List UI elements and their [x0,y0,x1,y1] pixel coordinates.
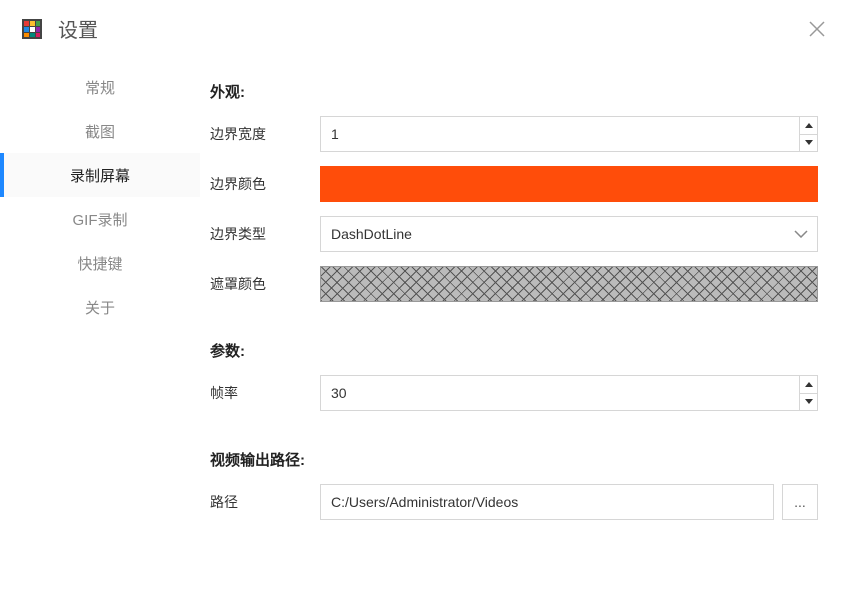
settings-window: 设置 常规 截图 录制屏幕 GIF录制 快捷键 关于 外观: 边界宽度 [0,0,850,600]
label-mask-color: 遮罩颜色 [210,274,320,294]
content-panel: 外观: 边界宽度 边界颜色 边界类型 [200,53,850,600]
row-fps: 帧率 [210,375,818,411]
section-title-params: 参数: [210,340,818,361]
spin-up-button[interactable] [800,376,817,394]
sidebar-item-label: GIF录制 [73,209,128,230]
sidebar-item-hotkeys[interactable]: 快捷键 [0,241,200,285]
close-icon [808,20,826,38]
browse-label: ... [794,494,806,510]
fps-input[interactable] [320,375,818,411]
sidebar: 常规 截图 录制屏幕 GIF录制 快捷键 关于 [0,53,200,600]
row-border-width: 边界宽度 [210,116,818,152]
label-path: 路径 [210,492,320,512]
spin-down-button[interactable] [800,135,817,152]
caret-down-icon [805,399,813,404]
caret-up-icon [805,123,813,128]
app-icon [20,17,44,41]
section-title-appearance: 外观: [210,81,818,102]
row-border-color: 边界颜色 [210,166,818,202]
sidebar-item-label: 常规 [85,77,115,98]
sidebar-item-record-screen[interactable]: 录制屏幕 [0,153,200,197]
sidebar-item-about[interactable]: 关于 [0,285,200,329]
border-width-input[interactable] [320,116,818,152]
section-title-output: 视频输出路径: [210,449,818,470]
sidebar-item-screenshot[interactable]: 截图 [0,109,200,153]
sidebar-item-label: 录制屏幕 [70,165,130,186]
border-width-stepper[interactable] [320,116,818,152]
sidebar-item-label: 截图 [85,121,115,142]
path-input[interactable] [320,484,774,520]
window-body: 常规 截图 录制屏幕 GIF录制 快捷键 关于 外观: 边界宽度 边界颜 [0,53,850,600]
sidebar-item-label: 快捷键 [77,253,122,274]
sidebar-item-label: 关于 [85,297,115,318]
border-type-select[interactable]: DashDotLine [320,216,818,252]
sidebar-item-general[interactable]: 常规 [0,65,200,109]
border-color-swatch[interactable] [320,166,818,202]
label-border-color: 边界颜色 [210,174,320,194]
titlebar: 设置 [0,0,850,53]
browse-button[interactable]: ... [782,484,818,520]
label-border-type: 边界类型 [210,224,320,244]
window-title: 设置 [58,14,98,43]
row-border-type: 边界类型 DashDotLine [210,216,818,252]
row-mask-color: 遮罩颜色 [210,266,818,302]
label-fps: 帧率 [210,383,320,403]
row-path: 路径 ... [210,484,818,520]
spin-up-button[interactable] [800,117,817,135]
close-button[interactable] [804,16,830,42]
sidebar-item-gif-record[interactable]: GIF录制 [0,197,200,241]
caret-up-icon [805,382,813,387]
label-border-width: 边界宽度 [210,124,320,144]
border-type-value: DashDotLine [331,226,412,242]
mask-color-swatch[interactable] [320,266,818,302]
spin-down-button[interactable] [800,394,817,411]
fps-stepper[interactable] [320,375,818,411]
caret-down-icon [805,140,813,145]
